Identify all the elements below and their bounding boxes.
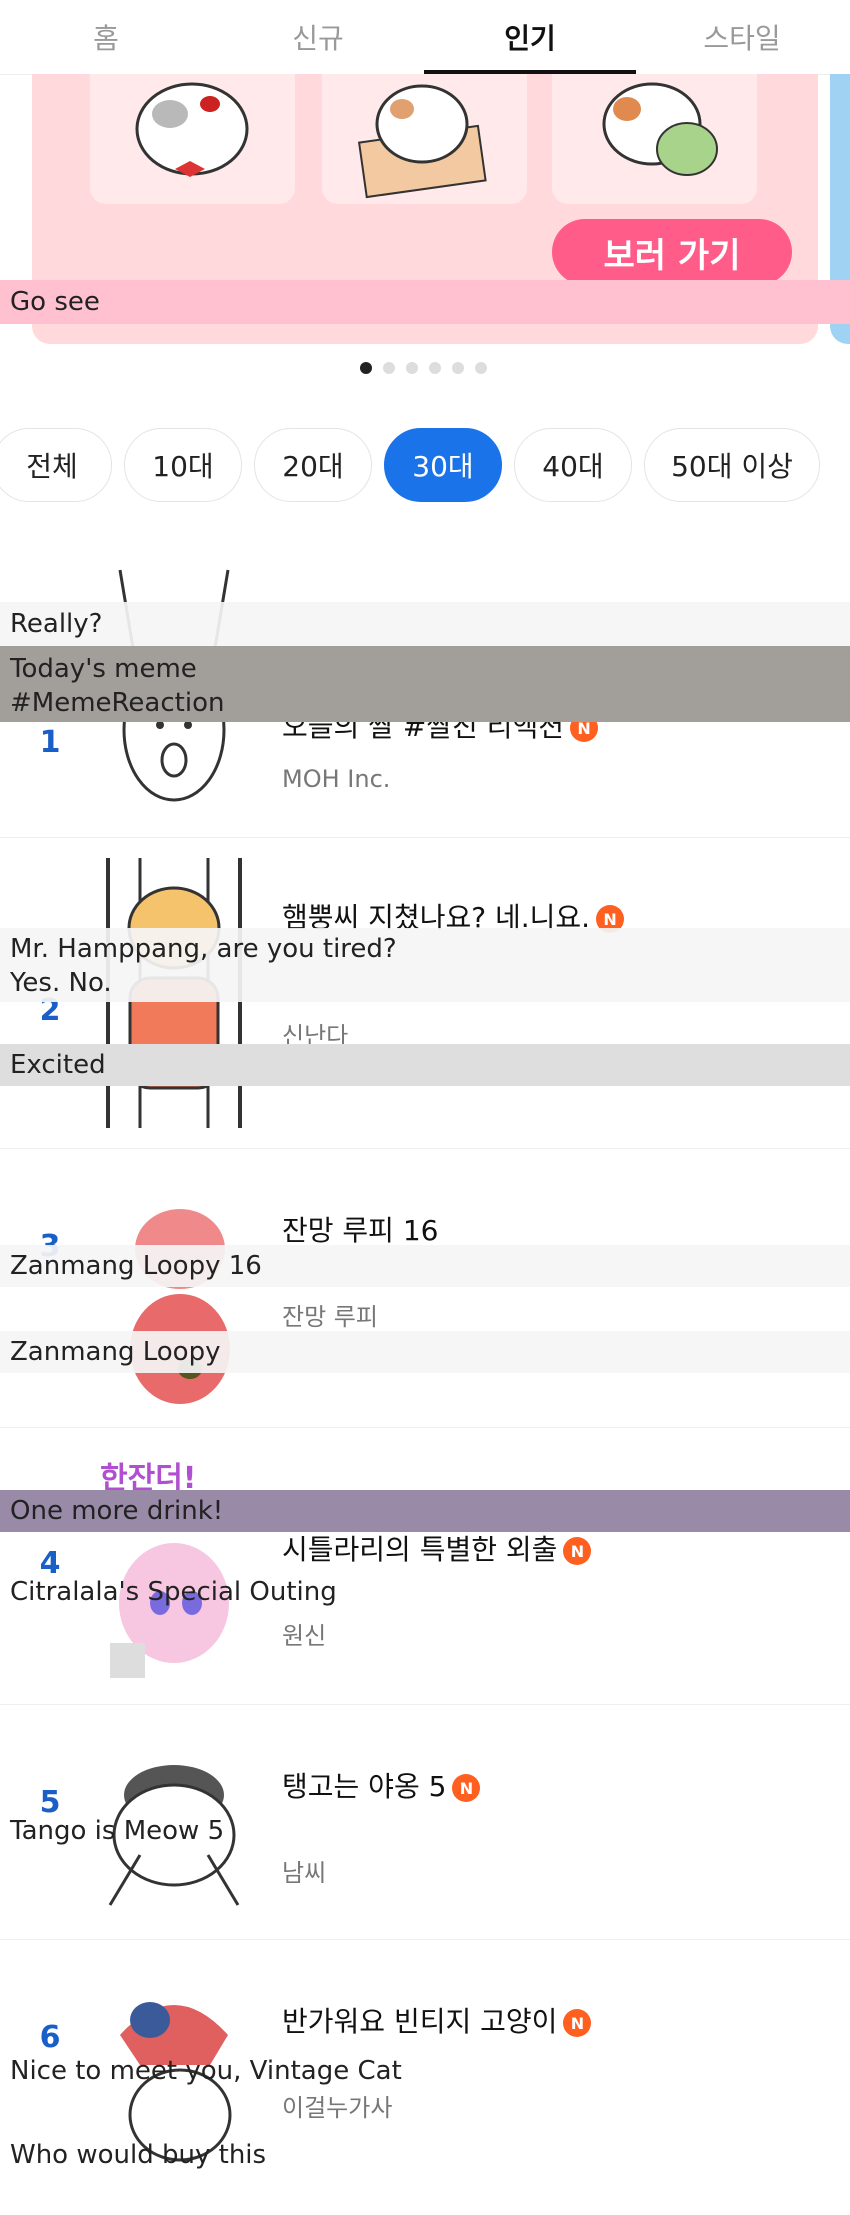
- translation-overlay: Zanmang Loopy 16: [0, 1245, 850, 1287]
- ranking-row-4[interactable]: 한잔더! 4 시틀라리의 특별한 외출 N 원신: [0, 1428, 850, 1705]
- age-chip-50s-plus[interactable]: 50대 이상: [644, 428, 820, 502]
- pagination-dot[interactable]: [452, 362, 464, 374]
- sticker-author: 잔망 루피: [282, 1303, 378, 1331]
- banner-caption: Go see: [0, 280, 850, 324]
- translation-overlay: Citralala's Special Outing: [10, 1577, 337, 1607]
- new-badge: N: [563, 1537, 592, 1565]
- ranking-row-3[interactable]: 3 잔망 루피 16 잔망 루피: [0, 1149, 850, 1428]
- tab-home[interactable]: 홈: [0, 0, 212, 74]
- pagination-dot[interactable]: [383, 362, 395, 374]
- top-tab-bar: 홈 신규 인기 스타일: [0, 0, 850, 75]
- translation-overlay: Tango is Meow 5: [10, 1816, 225, 1846]
- translation-overlay: Zanmang Loopy: [0, 1331, 850, 1373]
- age-chip-30s[interactable]: 30대: [384, 428, 502, 502]
- banner-sticker-hamster-1: [90, 74, 295, 204]
- tab-new[interactable]: 신규: [212, 0, 424, 74]
- sticker-thumbnail: [130, 1209, 230, 1404]
- rank-number: 6: [39, 2020, 61, 2055]
- sticker-author: MOH Inc.: [282, 765, 391, 793]
- sticker-title: 탱고는 야옹 5N: [282, 1765, 481, 1805]
- sticker-title: 시틀라리의 특별한 외출 N: [282, 1528, 592, 1568]
- banner-sticker-hamster-3: [552, 74, 757, 204]
- banner-pagination: [360, 362, 487, 374]
- translation-overlay: Mr. Hamppang, are you tired? Yes. No.: [0, 928, 850, 1002]
- go-see-button[interactable]: 보러 가기: [552, 219, 792, 285]
- age-chip-all[interactable]: 전체: [0, 428, 112, 502]
- sticker-author: 남씨: [282, 1859, 327, 1887]
- tab-style[interactable]: 스타일: [636, 0, 848, 74]
- pagination-dot[interactable]: [429, 362, 441, 374]
- new-badge: N: [452, 1774, 481, 1802]
- pagination-dot[interactable]: [475, 362, 487, 374]
- translation-overlay: Today's meme #MemeReaction: [0, 646, 850, 722]
- translation-overlay: Excited: [0, 1044, 850, 1086]
- sticker-title: 잔망 루피 16: [282, 1214, 439, 1247]
- sticker-title: 반가워요 빈티지 고양이 N: [282, 2000, 592, 2040]
- pagination-dot[interactable]: [360, 362, 372, 374]
- tab-popular[interactable]: 인기: [424, 0, 636, 75]
- rank-number: 1: [39, 725, 61, 760]
- age-chip-40s[interactable]: 40대: [514, 428, 632, 502]
- sticker-author: 원신: [282, 1622, 327, 1650]
- translation-overlay: Really?: [0, 602, 850, 646]
- age-filter-chips: 전체 10대 20대 30대 40대 50대 이상: [0, 428, 820, 502]
- age-chip-20s[interactable]: 20대: [254, 428, 372, 502]
- sticker-author: 이걸누가사: [282, 2094, 393, 2122]
- translation-overlay: Who would buy this: [10, 2140, 267, 2170]
- new-badge: N: [563, 2009, 592, 2037]
- translation-overlay: One more drink!: [0, 1490, 850, 1532]
- pagination-dot[interactable]: [406, 362, 418, 374]
- banner-sticker-hamster-2: [322, 74, 527, 204]
- translation-overlay: Nice to meet you, Vintage Cat: [10, 2056, 402, 2086]
- age-chip-10s[interactable]: 10대: [124, 428, 242, 502]
